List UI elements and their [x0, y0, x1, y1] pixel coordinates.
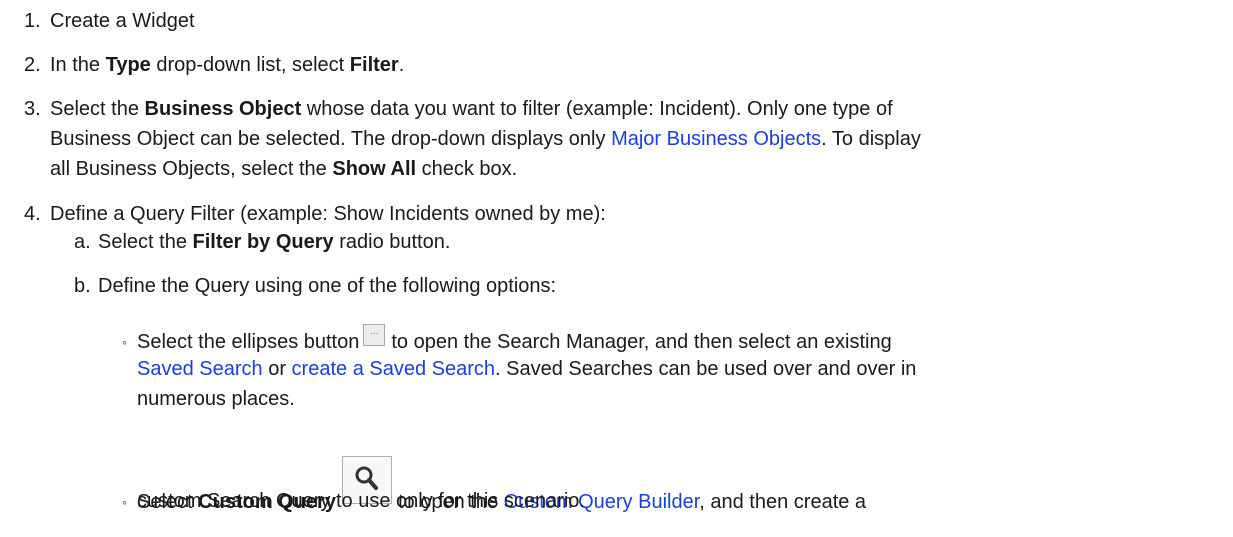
step-4-text: Define a Query Filter (example: Show Inc…: [50, 203, 606, 225]
step-2-text: .: [398, 54, 405, 76]
step-1: 1. Create a Widget: [24, 6, 195, 36]
ui-term-filter-by-query: Filter by Query: [192, 231, 334, 253]
step-2-text: In the: [50, 54, 106, 76]
option-2-text: custom Search Query to use only for this…: [137, 490, 585, 512]
ui-term-type: Type: [105, 54, 151, 76]
step-3-text: Business Object can be selected. The dro…: [50, 128, 612, 150]
step-4-sub-a: a. Select the Filter by Query radio butto…: [74, 227, 450, 257]
sub-step-b-text: Define the Query using one of the follow…: [98, 275, 557, 297]
sub-step-a-text: Select the: [98, 231, 193, 253]
step-3-text: whose data you want to filter (example: …: [301, 98, 893, 120]
step-3-text: Select the: [50, 98, 145, 120]
step-3-line-3: all Business Objects, select the Show Al…: [50, 154, 517, 184]
option-1-text: numerous places.: [137, 388, 295, 410]
sub-step-a-text: radio button.: [333, 231, 451, 253]
ellipsis-button[interactable]: ...: [363, 324, 386, 346]
step-3: 3. Select the Business Object whose data …: [24, 94, 893, 124]
option-1-text: to open the Search Manager, and then sel…: [391, 331, 892, 353]
saved-search-link[interactable]: Saved Search: [137, 358, 263, 380]
step-3-text: check box.: [416, 158, 518, 180]
bullet-icon: ◦: [122, 334, 127, 350]
bullet-icon: ◦: [122, 494, 127, 510]
major-business-objects-link[interactable]: Major Business Objects: [611, 128, 821, 150]
step-number: 2.: [24, 54, 41, 76]
step-3-text: all Business Objects, select the: [50, 158, 333, 180]
option-saved-search: ◦ Select the ellipses button... to open th…: [122, 324, 892, 357]
ui-term-filter: Filter: [349, 54, 399, 76]
step-2: 2. In the Type drop-down list, select Fil…: [24, 50, 404, 80]
ui-term-show-all: Show All: [332, 158, 417, 180]
step-4: 4. Define a Query Filter (example: Show I…: [24, 199, 606, 229]
sub-step-letter: a.: [74, 231, 91, 253]
step-3-line-2: Business Object can be selected. The dro…: [50, 124, 921, 154]
option-1-text: or: [262, 358, 292, 380]
ui-term-business-object: Business Object: [144, 98, 302, 120]
step-3-text: . To display: [821, 128, 921, 150]
step-4-sub-b: b. Define the Query using one of the foll…: [74, 271, 556, 301]
step-2-text: drop-down list, select: [150, 54, 350, 76]
create-saved-search-link[interactable]: create a Saved Search: [292, 358, 495, 380]
option-1-text: Select the ellipses button: [137, 331, 360, 353]
option-saved-search-line-2: Saved Search or create a Saved Search. S…: [137, 354, 916, 384]
option-2-text: , and then create a: [699, 491, 867, 513]
ellipsis-icon: ...: [370, 326, 379, 337]
step-number: 1.: [24, 10, 41, 32]
step-1-text: Create a Widget: [50, 10, 195, 32]
option-saved-search-line-3: numerous places.: [137, 384, 295, 414]
option-1-text: . Saved Searches can be used over and ov…: [495, 358, 917, 380]
step-number: 4.: [24, 203, 41, 225]
option-custom-query-line-2: custom Search Query to use only for this…: [137, 486, 585, 516]
step-number: 3.: [24, 98, 41, 120]
sub-step-letter: b.: [74, 275, 91, 297]
